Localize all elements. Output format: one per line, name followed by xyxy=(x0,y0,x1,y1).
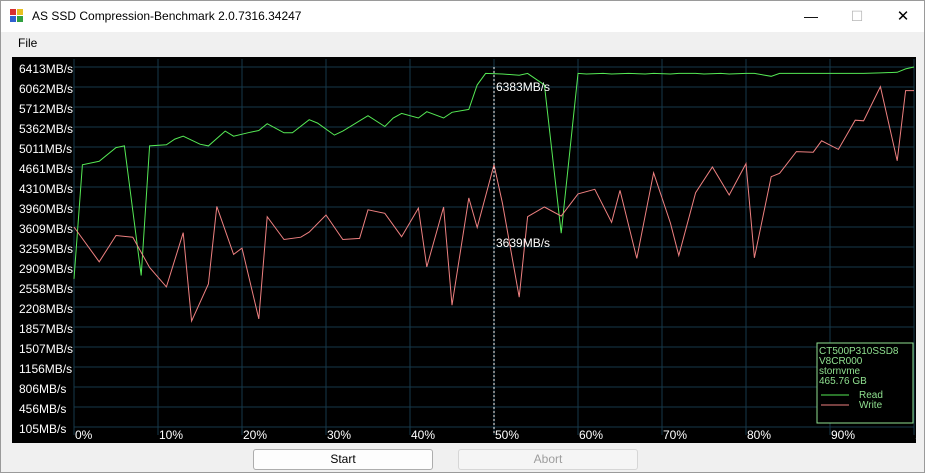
benchmark-chart: 6413MB/s 6062MB/s 5712MB/s 5362MB/s 5011MB/s… xyxy=(12,57,925,443)
app-icon xyxy=(10,9,24,23)
marker-read-value: 6383MB/s xyxy=(496,80,550,94)
app-window: AS SSD Compression-Benchmark 2.0.7316.34… xyxy=(0,0,925,473)
y-tick-label: 1156MB/s xyxy=(19,362,72,376)
y-tick-label: 5362MB/s xyxy=(19,122,73,136)
x-tick-label: 70% xyxy=(663,428,687,442)
marker-write-value: 3639MB/s xyxy=(496,236,550,250)
x-tick-label: 50% xyxy=(495,428,519,442)
x-tick-label: 30% xyxy=(327,428,351,442)
y-tick-label: 6062MB/s xyxy=(19,82,73,96)
close-button[interactable]: ✕ xyxy=(880,1,925,32)
x-tick-label: 60% xyxy=(579,428,603,442)
window-title: AS SSD Compression-Benchmark 2.0.7316.34… xyxy=(32,9,302,23)
x-tick-label: 0% xyxy=(75,428,93,442)
title-bar[interactable]: AS SSD Compression-Benchmark 2.0.7316.34… xyxy=(1,1,924,32)
y-tick-label: 3259MB/s xyxy=(19,242,73,256)
chart-legend: CT500P310SSD8V8CR000stornvme465.76 GBRea… xyxy=(816,342,914,424)
x-axis-labels: 0% 10% 20% 30% 40% 50% 60% 70% 80% 90% 100% xyxy=(75,428,925,442)
x-tick-label: 100% xyxy=(915,428,916,442)
y-tick-label: 3609MB/s xyxy=(19,222,73,236)
abort-button[interactable]: Abort xyxy=(458,449,638,470)
y-tick-label: 456MB/s xyxy=(19,402,66,416)
legend-device-info: 465.76 GB xyxy=(819,376,867,387)
chart-svg: 6413MB/s 6062MB/s 5712MB/s 5362MB/s 5011MB/s… xyxy=(19,59,925,442)
minimize-button[interactable]: — xyxy=(788,1,834,32)
y-tick-label: 5011MB/s xyxy=(19,142,72,156)
y-tick-label: 4661MB/s xyxy=(19,162,73,176)
x-tick-label: 10% xyxy=(159,428,183,442)
y-tick-label: 2208MB/s xyxy=(19,302,73,316)
position-marker: 6383MB/s 3639MB/s xyxy=(493,67,550,435)
y-tick-label: 5712MB/s xyxy=(19,102,73,116)
y-tick-label: 1507MB/s xyxy=(19,342,73,356)
y-tick-label: 2909MB/s xyxy=(19,262,73,276)
menu-file[interactable]: File xyxy=(18,36,37,50)
x-tick-label: 40% xyxy=(411,428,435,442)
menu-bar: File xyxy=(1,32,924,54)
x-tick-label: 80% xyxy=(747,428,771,442)
legend-write-label: Write xyxy=(859,400,883,411)
x-tick-label: 90% xyxy=(831,428,855,442)
x-tick-label: 20% xyxy=(243,428,267,442)
y-tick-label: 4310MB/s xyxy=(19,182,73,196)
y-tick-label: 3960MB/s xyxy=(19,202,73,216)
y-tick-label: 105MB/s xyxy=(19,422,66,436)
maximize-button[interactable]: ☐ xyxy=(834,1,880,32)
y-tick-label: 6413MB/s xyxy=(19,62,73,76)
y-axis-labels: 6413MB/s 6062MB/s 5712MB/s 5362MB/s 5011MB/s… xyxy=(19,62,73,436)
y-tick-label: 2558MB/s xyxy=(19,282,73,296)
y-tick-label: 806MB/s xyxy=(19,382,66,396)
start-button[interactable]: Start xyxy=(253,449,433,470)
y-tick-label: 1857MB/s xyxy=(19,322,73,336)
